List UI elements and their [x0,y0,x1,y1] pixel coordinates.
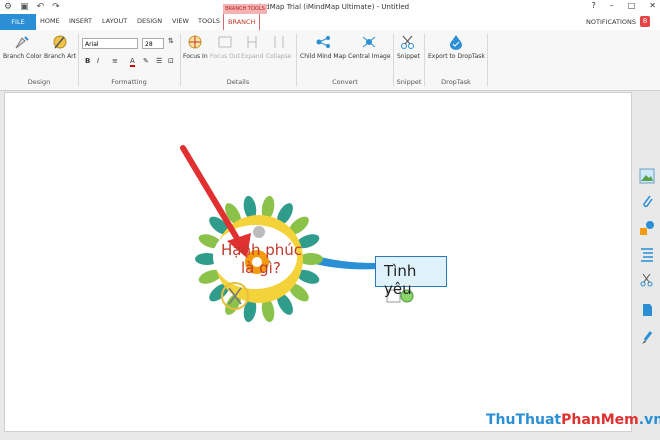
focus-out-button[interactable]: Focus Out [210,34,240,60]
child-mind-map-icon [316,36,331,48]
focus-out-icon [218,36,232,48]
child-mind-map-button[interactable]: Child Mind Map [300,34,346,60]
group-label-convert: Convert [332,78,358,86]
shapes-icon[interactable] [639,220,655,236]
minimize-button[interactable]: – [610,1,614,10]
notifications-badge[interactable]: 8 [640,16,650,27]
separator [78,34,79,86]
text-size-icon[interactable]: ⇅ [168,37,174,45]
collapse-label: Collapse [266,53,292,60]
focus-out-label: Focus Out [210,53,240,60]
branch-art-button[interactable]: Branch Art [44,34,76,60]
attachment-icon[interactable] [639,193,655,209]
separator [296,34,297,86]
image-icon[interactable] [639,168,655,184]
tab-branch[interactable]: BRANCH [223,13,261,31]
branch-art-label: Branch Art [44,53,76,60]
more-options-icon [253,226,265,238]
focus-in-label: Focus In [183,53,208,60]
font-color-icon[interactable]: A [130,57,135,67]
ribbon-tabs: FILE HOME INSERT LAYOUT DESIGN VIEW TOOL… [0,13,660,31]
mind-map-drawing [180,145,414,323]
expand-icon [247,36,257,48]
droptask-icon [450,35,463,50]
ribbon: Branch Color Branch Art Arial 28 ⇅ B I ≡… [0,30,660,91]
snippet-button[interactable]: Snippet [397,34,420,60]
tab-home[interactable]: HOME [40,17,60,25]
close-button[interactable]: ✕ [649,1,656,10]
title-bar: ⚙ ▣ ↶ ↷ iMindMap Trial (iMindMap Ultimat… [0,0,660,14]
group-label-details: Details [226,78,250,86]
branch-node[interactable]: Tình yêu [375,256,447,298]
central-image-label: Central Image [348,53,391,60]
collapse-icon [274,36,284,48]
font-size-select[interactable]: 28 [142,38,164,49]
focus-in-button[interactable]: Focus In [183,34,208,60]
clear-format-icon[interactable]: ⊡ [168,57,174,65]
watermark: ThuThuatPhanMem.vn [486,412,660,428]
help-button[interactable]: ? [591,1,595,10]
window-controls: ? – □ ✕ [591,1,656,10]
maximize-button[interactable]: □ [628,1,636,10]
central-idea-line1[interactable]: Hạnh phúc [221,241,302,259]
focus-in-icon [188,35,202,49]
tab-view[interactable]: VIEW [172,17,189,25]
highlight-icon[interactable]: ✎ [143,57,149,65]
branch-color-button[interactable]: Branch Color [3,34,42,60]
group-label-design: Design [27,78,51,86]
bold-button[interactable]: B [85,57,90,65]
watermark-part2: PhanMem [561,412,639,428]
notifications-label[interactable]: NOTIFICATIONS [586,18,636,26]
tab-design[interactable]: DESIGN [137,17,162,25]
expand-button[interactable]: Expand [241,34,263,60]
snippet-icon[interactable] [639,272,655,288]
separator [393,34,394,86]
tab-file[interactable]: FILE [0,14,36,30]
italic-button[interactable]: I [97,57,99,65]
right-sidebar [634,92,660,440]
child-mind-map-label: Child Mind Map [300,53,347,60]
central-image-icon [362,36,376,48]
expand-label: Expand [241,53,264,60]
central-idea-line2[interactable]: là gì? [241,259,281,277]
branch-art-icon [53,35,67,49]
separator [424,34,425,86]
separator [180,34,181,86]
tab-insert[interactable]: INSERT [69,17,92,25]
context-tab-label: BRANCH TOOLS [223,4,267,14]
central-image-button[interactable]: Central Image [348,34,391,60]
tag-icon[interactable] [639,302,655,318]
mind-map-canvas[interactable]: Hạnh phúc là gì? Tình yêu [4,92,632,432]
group-label-droptask: DropTask [441,78,471,86]
paint-brush-icon[interactable] [639,330,655,346]
font-name-select[interactable]: Arial [82,38,138,49]
watermark-part1: ThuThuat [486,412,562,428]
branch-color-icon [15,36,30,49]
snippet-label: Snippet [397,53,420,60]
group-label-formatting: Formatting [111,78,147,86]
line-spacing-icon[interactable]: ☰ [156,57,162,65]
group-label-snippet: Snippet [396,78,422,86]
separator [487,34,488,86]
tab-layout[interactable]: LAYOUT [102,17,127,25]
export-droptask-label: Export to DropTask [428,53,485,60]
scissors-icon [401,35,415,49]
branch-color-label: Branch Color [3,53,42,60]
watermark-part3: .vn [638,412,660,428]
tab-tools[interactable]: TOOLS [198,17,220,25]
outline-icon[interactable] [639,246,655,262]
window-title: iMindMap Trial (iMindMap Ultimate) - Unt… [250,3,410,11]
collapse-button[interactable]: Collapse [266,34,292,60]
align-left-icon[interactable]: ≡ [112,57,118,65]
branch-node-text[interactable]: Tình yêu [384,262,446,298]
export-droptask-button[interactable]: Export to DropTask [428,34,485,60]
